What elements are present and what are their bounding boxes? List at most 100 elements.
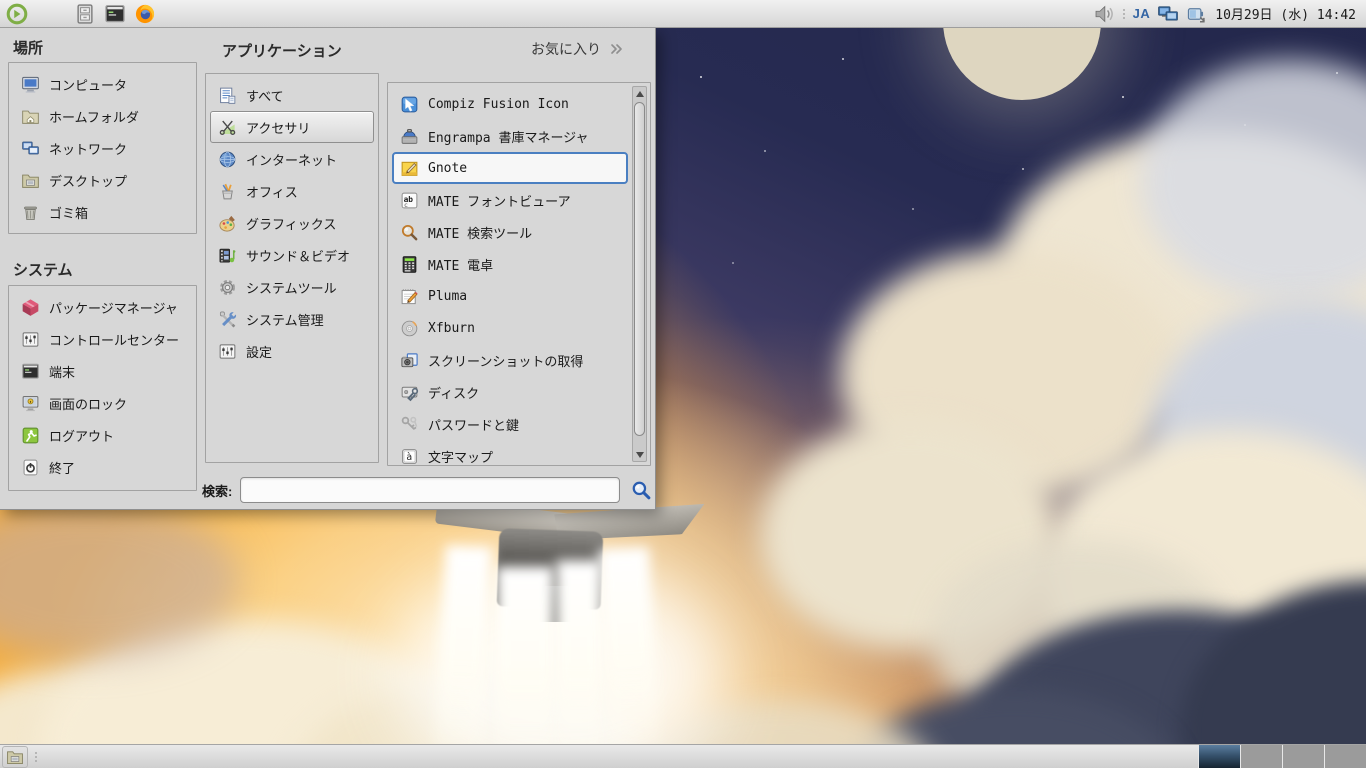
file-manager-icon <box>74 3 96 25</box>
tray-grip[interactable] <box>1122 8 1126 19</box>
system-header: システム <box>13 262 73 279</box>
system-item-package-manager[interactable]: パッケージマネージャ <box>13 291 192 323</box>
computer-icon <box>21 75 40 94</box>
disks-icon <box>400 383 419 402</box>
scroll-up-button[interactable] <box>633 87 646 100</box>
file-manager-launcher[interactable] <box>72 2 98 26</box>
place-item-trash[interactable]: ゴミ箱 <box>13 196 192 228</box>
place-item-network[interactable]: ネットワーク <box>13 132 192 164</box>
category-preferences[interactable]: 設定 <box>210 335 374 367</box>
workspace-4[interactable] <box>1324 744 1366 768</box>
system-item-lock-screen[interactable]: 画面のロック <box>13 387 192 419</box>
system-item-control-center[interactable]: コントロールセンター <box>13 323 192 355</box>
category-office[interactable]: オフィス <box>210 175 374 207</box>
search-input[interactable] <box>240 477 620 503</box>
logout-icon <box>21 426 40 445</box>
show-desktop-button[interactable] <box>2 745 28 768</box>
top-panel: JA 10月29日 (水) 14:42 <box>0 0 1366 28</box>
trash-icon <box>21 203 40 222</box>
app-item-character-map[interactable]: 文字マップ <box>392 440 628 472</box>
app-item-mate-font-viewer[interactable]: MATE フォントビューア <box>392 184 628 216</box>
category-graphics[interactable]: グラフィックス <box>210 207 374 239</box>
office-icon <box>218 182 237 201</box>
search-label: 検索: <box>202 483 233 499</box>
battery-icon[interactable] <box>1186 3 1208 25</box>
application-list: Compiz Fusion Icon Engrampa 書庫マネージャ Gnot… <box>387 82 651 466</box>
xfburn-icon <box>400 319 419 338</box>
passwords-keys-icon <box>400 415 419 434</box>
place-item-desktop[interactable]: デスクトップ <box>13 164 192 196</box>
applications-header: アプリケーション <box>222 43 342 60</box>
app-item-passwords-keys[interactable]: パスワードと鍵 <box>392 408 628 440</box>
mate-main-menu: 場所 コンピュータ ホームフォルダ ネットワーク デスクトップ ゴミ箱 システム… <box>0 28 656 510</box>
firefox-launcher[interactable] <box>132 2 158 26</box>
app-item-gnote[interactable]: Gnote <box>392 152 628 184</box>
system-item-shutdown[interactable]: 終了 <box>13 451 192 483</box>
control-center-icon <box>21 330 40 349</box>
favorites-link[interactable]: お気に入り <box>531 39 625 59</box>
internet-icon <box>218 150 237 169</box>
language-indicator[interactable]: JA <box>1133 6 1151 21</box>
category-all[interactable]: すべて <box>210 79 374 111</box>
package-manager-icon <box>21 298 40 317</box>
terminal-icon <box>104 3 126 25</box>
clock[interactable]: 10月29日 (水) 14:42 <box>1215 4 1356 23</box>
workspace-switcher <box>1198 744 1366 768</box>
system-item-terminal[interactable]: 端末 <box>13 355 192 387</box>
shutdown-icon <box>21 458 40 477</box>
screenshot-icon <box>400 351 419 370</box>
place-item-computer[interactable]: コンピュータ <box>13 68 192 100</box>
category-sound-video[interactable]: サウンド＆ビデオ <box>210 239 374 271</box>
app-item-xfburn[interactable]: Xfburn <box>392 312 628 344</box>
places-header: 場所 <box>13 40 44 57</box>
terminal-launcher[interactable] <box>102 2 128 26</box>
category-list: すべて アクセサリ インターネット オフィス グラフィックス サウンド＆ビデオ … <box>205 73 379 463</box>
sound-video-icon <box>218 246 237 265</box>
character-map-icon <box>400 447 419 466</box>
system-tools-icon <box>218 278 237 297</box>
network-icon <box>21 139 40 158</box>
scrollbar-thumb[interactable] <box>634 102 645 436</box>
mate-menu-button[interactable] <box>4 2 30 26</box>
system-admin-icon <box>218 310 237 329</box>
app-item-engrampa[interactable]: Engrampa 書庫マネージャ <box>392 120 628 152</box>
place-item-home-folder[interactable]: ホームフォルダ <box>13 100 192 132</box>
pluma-icon <box>400 287 419 306</box>
compiz-icon <box>400 95 419 114</box>
search-tool-icon <box>400 223 419 242</box>
search-bar: 検索: <box>202 475 654 505</box>
app-item-compiz-fusion-icon[interactable]: Compiz Fusion Icon <box>392 88 628 120</box>
font-viewer-icon <box>400 191 419 210</box>
search-button[interactable] <box>628 477 654 503</box>
desktop-folder-icon <box>21 171 40 190</box>
category-accessories[interactable]: アクセサリ <box>210 111 374 143</box>
home-folder-icon <box>21 107 40 126</box>
app-item-mate-calculator[interactable]: MATE 電卓 <box>392 248 628 280</box>
graphics-icon <box>218 214 237 233</box>
category-internet[interactable]: インターネット <box>210 143 374 175</box>
volume-icon[interactable] <box>1093 3 1115 25</box>
firefox-icon <box>134 3 156 25</box>
system-item-logout[interactable]: ログアウト <box>13 419 192 451</box>
workspace-3[interactable] <box>1282 744 1324 768</box>
app-item-mate-search-tool[interactable]: MATE 検索ツール <box>392 216 628 248</box>
network-icon[interactable] <box>1157 3 1179 25</box>
category-system-tools[interactable]: システムツール <box>210 271 374 303</box>
app-item-screenshot[interactable]: スクリーンショットの取得 <box>392 344 628 376</box>
app-list-scrollbar[interactable] <box>632 86 647 462</box>
archive-manager-icon <box>400 127 419 146</box>
app-item-pluma[interactable]: Pluma <box>392 280 628 312</box>
taskbar-grip[interactable] <box>34 751 38 762</box>
terminal-icon <box>21 362 40 381</box>
places-list: コンピュータ ホームフォルダ ネットワーク デスクトップ ゴミ箱 <box>8 62 197 234</box>
app-item-disks[interactable]: ディスク <box>392 376 628 408</box>
scroll-down-button[interactable] <box>633 448 646 461</box>
workspace-1[interactable] <box>1198 744 1240 768</box>
gnote-icon <box>400 159 419 178</box>
preferences-icon <box>218 342 237 361</box>
workspace-2[interactable] <box>1240 744 1282 768</box>
bottom-panel <box>0 744 1366 768</box>
search-icon <box>631 480 652 501</box>
category-system-admin[interactable]: システム管理 <box>210 303 374 335</box>
screen-lock-icon <box>21 394 40 413</box>
